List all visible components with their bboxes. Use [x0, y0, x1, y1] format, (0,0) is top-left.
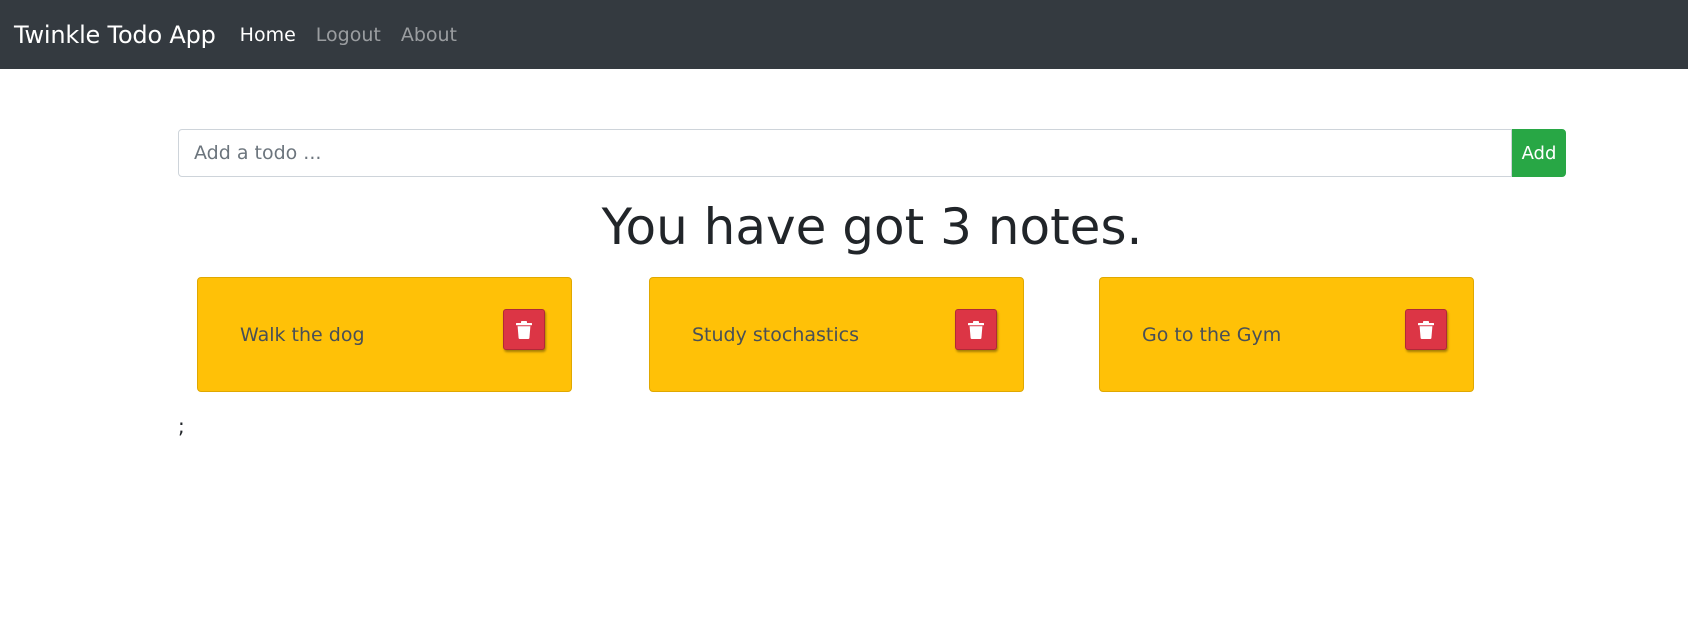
nav-link-home[interactable]: Home	[240, 24, 296, 46]
todo-text: Study stochastics	[692, 324, 859, 346]
navbar-brand[interactable]: Twinkle Todo App	[14, 21, 216, 49]
notes-count-heading: You have got 3 notes.	[601, 198, 1143, 256]
nav-link-about[interactable]: About	[401, 24, 457, 46]
navbar: Twinkle Todo App Home Logout About	[0, 0, 1688, 69]
todo-input[interactable]	[178, 129, 1512, 177]
todo-text: Go to the Gym	[1142, 324, 1282, 346]
delete-button[interactable]	[955, 309, 997, 350]
todo-card: Go to the Gym	[1099, 277, 1474, 392]
todo-list: Walk the dog Study stochastics Go to the…	[197, 277, 1547, 392]
add-todo-form: Add	[178, 129, 1566, 177]
todo-card: Study stochastics	[649, 277, 1024, 392]
delete-button[interactable]	[1405, 309, 1447, 350]
trash-icon	[1418, 320, 1434, 339]
trailing-text: ;	[178, 414, 185, 438]
trash-icon	[968, 320, 984, 339]
todo-card: Walk the dog	[197, 277, 572, 392]
add-button[interactable]: Add	[1512, 129, 1566, 177]
todo-text: Walk the dog	[240, 324, 365, 346]
nav-link-logout[interactable]: Logout	[316, 24, 381, 46]
trash-icon	[516, 320, 532, 339]
delete-button[interactable]	[503, 309, 545, 350]
